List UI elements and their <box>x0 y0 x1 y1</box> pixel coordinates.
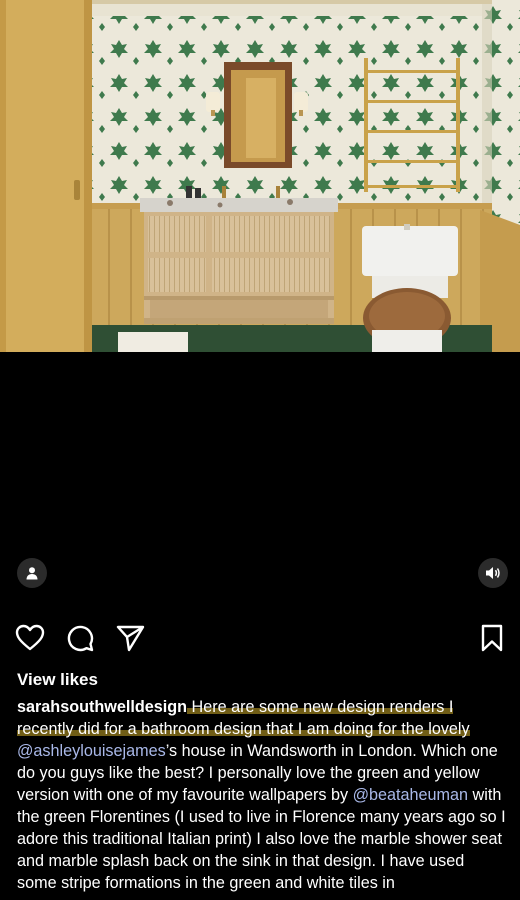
tagged-people-button[interactable] <box>17 558 47 588</box>
mention-link[interactable]: @beataheuman <box>353 786 468 804</box>
person-tag-icon <box>26 567 38 580</box>
post-actions <box>0 622 520 656</box>
comment-icon[interactable] <box>64 622 96 654</box>
speaker-icon <box>486 567 500 579</box>
post-image[interactable] <box>0 0 520 352</box>
heart-icon[interactable] <box>14 622 46 654</box>
sound-toggle-button[interactable] <box>478 558 508 588</box>
caption-username[interactable]: sarahsouthwelldesign <box>17 698 187 716</box>
view-likes-link[interactable]: View likes <box>17 670 98 690</box>
bookmark-icon[interactable] <box>476 622 508 654</box>
mention-link[interactable]: @ashleylouisejames <box>17 742 166 760</box>
send-icon[interactable] <box>114 622 146 654</box>
bathroom-render <box>0 0 520 352</box>
post-caption: sarahsouthwelldesign Here are some new d… <box>17 696 507 894</box>
